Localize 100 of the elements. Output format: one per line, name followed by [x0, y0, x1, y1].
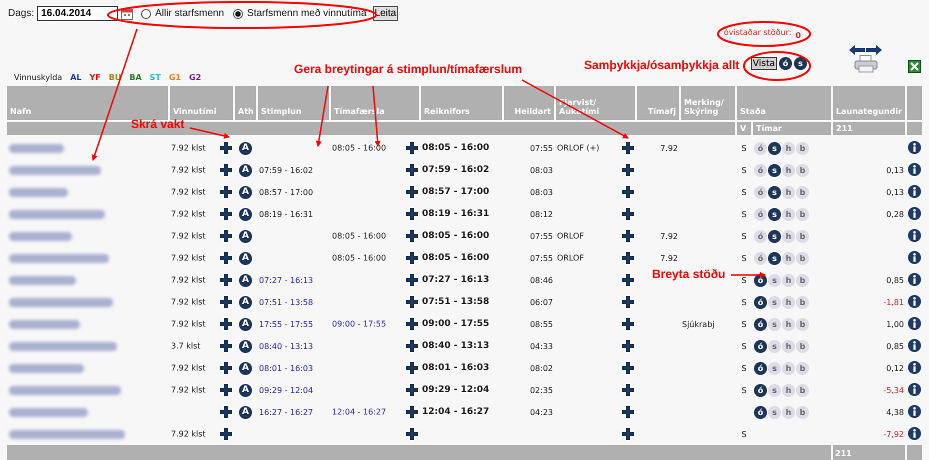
- status-button[interactable]: s: [768, 318, 781, 330]
- plus-icon[interactable]: [406, 384, 418, 396]
- status-button[interactable]: h: [782, 296, 795, 308]
- status-button[interactable]: ó: [754, 406, 767, 418]
- status-button[interactable]: ó: [754, 142, 767, 154]
- status-button[interactable]: h: [782, 208, 795, 220]
- info-icon[interactable]: [908, 162, 922, 176]
- note-button[interactable]: A: [239, 230, 252, 242]
- info-icon[interactable]: [908, 426, 922, 440]
- plus-icon[interactable]: [622, 296, 634, 308]
- status-button[interactable]: s: [768, 252, 781, 264]
- plus-icon[interactable]: [622, 252, 634, 264]
- status-button[interactable]: b: [796, 252, 809, 264]
- note-button[interactable]: A: [239, 186, 252, 198]
- note-button[interactable]: A: [239, 384, 252, 396]
- plus-icon[interactable]: [220, 340, 232, 352]
- info-icon[interactable]: [908, 294, 922, 308]
- plus-icon[interactable]: [622, 164, 634, 176]
- plus-icon[interactable]: [220, 230, 232, 242]
- info-icon[interactable]: [908, 338, 922, 352]
- plus-icon[interactable]: [220, 164, 232, 176]
- status-button[interactable]: s: [768, 230, 781, 242]
- status-button[interactable]: b: [796, 384, 809, 396]
- date-field[interactable]: 16.04.2014: [37, 6, 118, 21]
- status-button[interactable]: s: [768, 362, 781, 374]
- status-button[interactable]: b: [796, 208, 809, 220]
- plus-icon[interactable]: [622, 362, 634, 374]
- plus-icon[interactable]: [622, 230, 634, 242]
- search-button[interactable]: Leita: [372, 6, 398, 21]
- plus-icon[interactable]: [220, 142, 232, 154]
- status-button[interactable]: ó: [754, 318, 767, 330]
- info-icon[interactable]: [908, 272, 922, 286]
- plus-icon[interactable]: [220, 186, 232, 198]
- spreadsheet-icon[interactable]: [908, 60, 921, 73]
- note-button[interactable]: A: [239, 296, 252, 308]
- status-button[interactable]: s: [768, 340, 781, 352]
- plus-icon[interactable]: [220, 362, 232, 374]
- info-icon[interactable]: [908, 316, 922, 330]
- plus-icon[interactable]: [622, 384, 634, 396]
- plus-icon[interactable]: [406, 296, 418, 308]
- note-button[interactable]: A: [239, 208, 252, 220]
- plus-icon[interactable]: [220, 296, 232, 308]
- info-icon[interactable]: [908, 250, 922, 264]
- status-button[interactable]: s: [768, 296, 781, 308]
- status-button[interactable]: s: [768, 274, 781, 286]
- plus-icon[interactable]: [406, 208, 418, 220]
- status-button[interactable]: ó: [754, 186, 767, 198]
- status-button[interactable]: b: [796, 318, 809, 330]
- plus-icon[interactable]: [406, 274, 418, 286]
- plus-icon[interactable]: [406, 186, 418, 198]
- status-button[interactable]: b: [796, 230, 809, 242]
- status-button[interactable]: s: [768, 208, 781, 220]
- status-button[interactable]: ó: [754, 296, 767, 308]
- plus-icon[interactable]: [220, 384, 232, 396]
- status-button[interactable]: b: [796, 296, 809, 308]
- plus-icon[interactable]: [622, 208, 634, 220]
- plus-icon[interactable]: [220, 428, 232, 440]
- plus-icon[interactable]: [622, 428, 634, 440]
- info-icon[interactable]: [908, 206, 922, 220]
- status-button[interactable]: h: [782, 142, 795, 154]
- plus-icon[interactable]: [406, 252, 418, 264]
- plus-icon[interactable]: [622, 142, 634, 154]
- note-button[interactable]: A: [239, 362, 252, 374]
- approve-all-button[interactable]: ó: [779, 57, 792, 70]
- plus-icon[interactable]: [406, 318, 418, 330]
- note-button[interactable]: A: [239, 142, 252, 154]
- status-button[interactable]: s: [768, 164, 781, 176]
- note-button[interactable]: A: [239, 274, 252, 286]
- info-icon[interactable]: [908, 228, 922, 242]
- plus-icon[interactable]: [220, 406, 232, 418]
- calendar-icon[interactable]: [121, 8, 134, 20]
- plus-icon[interactable]: [220, 252, 232, 264]
- status-button[interactable]: b: [796, 186, 809, 198]
- status-button[interactable]: ó: [754, 164, 767, 176]
- status-button[interactable]: h: [782, 274, 795, 286]
- plus-icon[interactable]: [406, 406, 418, 418]
- note-button[interactable]: A: [239, 318, 252, 330]
- info-icon[interactable]: [908, 360, 922, 374]
- status-button[interactable]: h: [782, 340, 795, 352]
- status-button[interactable]: h: [782, 164, 795, 176]
- note-button[interactable]: A: [239, 164, 252, 176]
- status-button[interactable]: h: [782, 186, 795, 198]
- status-button[interactable]: s: [768, 384, 781, 396]
- info-icon[interactable]: [908, 184, 922, 198]
- plus-icon[interactable]: [406, 142, 418, 154]
- radio-option[interactable]: Starfsmenn með vinnutíma: [233, 8, 367, 19]
- plus-icon[interactable]: [622, 318, 634, 330]
- status-button[interactable]: h: [782, 406, 795, 418]
- status-button[interactable]: ó: [754, 252, 767, 264]
- status-button[interactable]: b: [796, 164, 809, 176]
- plus-icon[interactable]: [622, 406, 634, 418]
- plus-icon[interactable]: [622, 340, 634, 352]
- plus-icon[interactable]: [406, 428, 418, 440]
- note-button[interactable]: A: [239, 252, 252, 264]
- note-button[interactable]: A: [239, 340, 252, 352]
- status-button[interactable]: b: [796, 142, 809, 154]
- status-button[interactable]: s: [768, 142, 781, 154]
- forward-arrow-icon[interactable]: [866, 45, 882, 55]
- status-button[interactable]: b: [796, 406, 809, 418]
- status-button[interactable]: ó: [754, 230, 767, 242]
